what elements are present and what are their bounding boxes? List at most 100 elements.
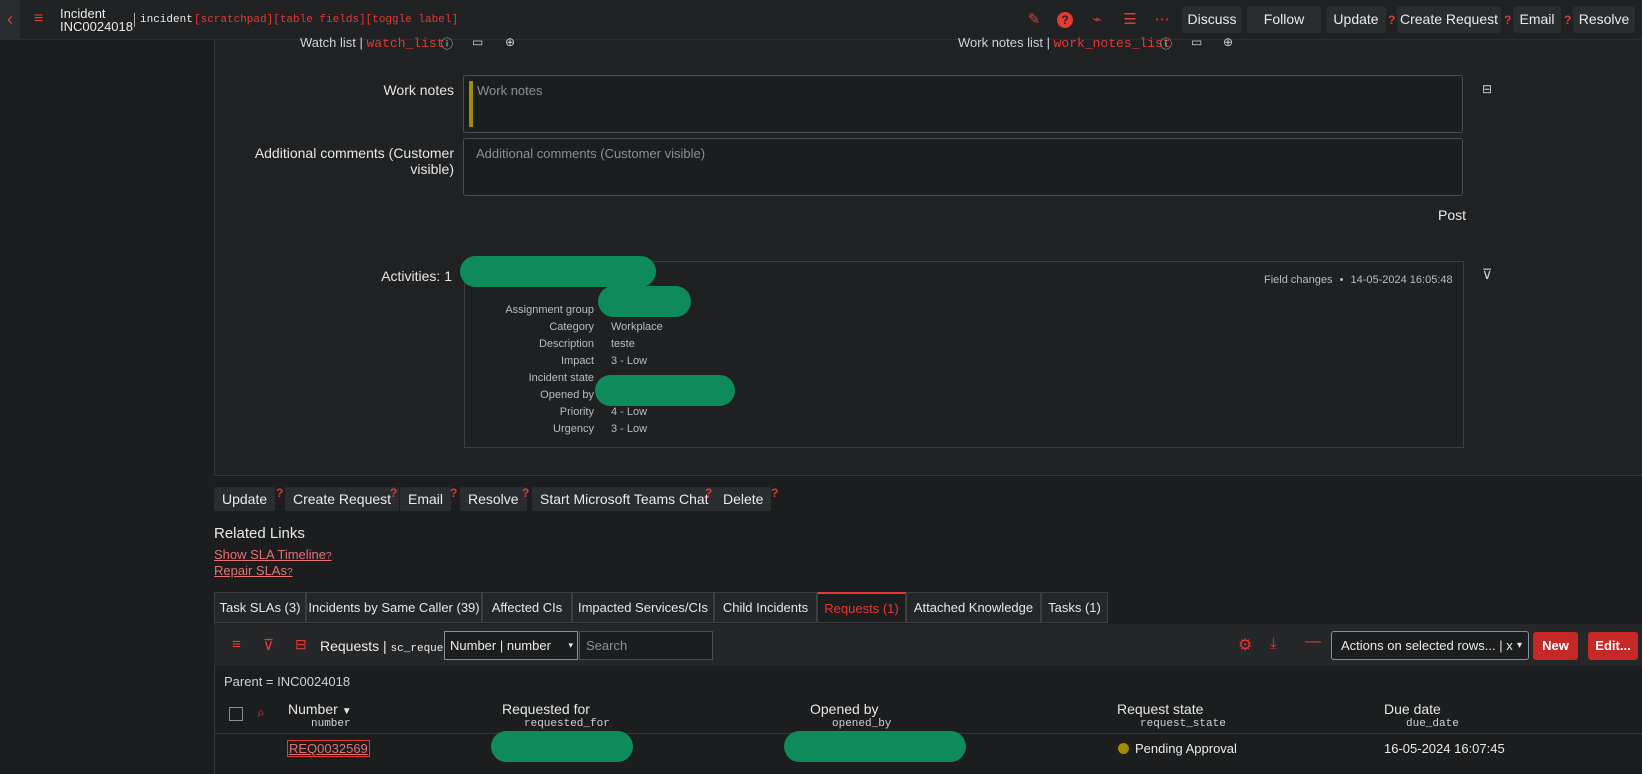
redacted-requested-for (491, 731, 633, 762)
edit-button[interactable]: Edit... (1588, 632, 1638, 660)
create-request-button[interactable]: Create Request (285, 487, 400, 511)
tab-affected-cis[interactable]: Affected CIs (482, 592, 572, 623)
actions-on-selected-select[interactable]: Actions on selected rows... | x ▾ (1331, 631, 1529, 660)
info-icon[interactable]: ⓘ (1160, 35, 1172, 52)
help-mark: ? (1388, 13, 1396, 27)
settings-sliders-icon[interactable]: ☰ (1121, 11, 1139, 29)
watch-list-label: Watch list | watch_list (300, 35, 445, 51)
request-state-value: Pending Approval (1135, 741, 1237, 756)
redacted-value (598, 286, 691, 317)
change-label: Opened by (540, 389, 594, 401)
add-me-icon[interactable]: ⊕ (1223, 35, 1233, 49)
column-field-opened-by: opened_by (832, 718, 892, 730)
redacted-opened-by (784, 731, 966, 762)
work-notes-indicator (469, 81, 473, 127)
lock-icon[interactable]: ▭ (1191, 35, 1202, 49)
debug-tags[interactable]: [scratchpad][table fields][toggle label] (194, 14, 458, 26)
change-value: 3 - Low (611, 423, 648, 435)
activity-pulse-icon[interactable]: ⌁ (1088, 11, 1106, 29)
teams-chat-button[interactable]: Start Microsoft Teams Chat (532, 487, 717, 511)
record-number: INC0024018 (60, 19, 133, 34)
help-circle-icon[interactable]: ? (1056, 11, 1074, 29)
work-notes-list-label: Work notes list | work_notes_list (958, 35, 1171, 51)
column-header-due-date[interactable]: Due date (1384, 701, 1441, 717)
header-separator (134, 13, 135, 27)
select-all-checkbox[interactable] (229, 707, 243, 721)
add-me-icon[interactable]: ⊕ (505, 35, 515, 49)
column-header-opened-by[interactable]: Opened by (810, 701, 879, 717)
search-field-select[interactable]: Number | number ▾ (444, 631, 578, 660)
activity-timestamp: 14-05-2024 16:05:48 (1350, 274, 1453, 286)
column-field-requested-for: requested_for (524, 718, 610, 730)
additional-comments-label: Additional comments (Customer visible) (254, 145, 454, 177)
show-sla-timeline-link[interactable]: Show SLA Timeline? (214, 547, 332, 562)
hamburger-menu-icon[interactable]: ≡ (34, 10, 43, 28)
tab-child-incidents[interactable]: Child Incidents (714, 592, 817, 623)
discuss-button[interactable]: Discuss (1182, 6, 1242, 33)
list-title: Requests | sc_request (320, 638, 457, 655)
list-menu-icon[interactable]: ≡ (232, 636, 241, 653)
more-options-icon[interactable]: ⋯ (1153, 11, 1171, 29)
repair-slas-link[interactable]: Repair SLAs? (214, 563, 293, 578)
request-number-link[interactable]: REQ0032569 (287, 740, 370, 757)
list-filter-icon[interactable]: ⊽ (263, 636, 274, 654)
column-field-due-date: due_date (1406, 718, 1459, 730)
help-mark: ? (522, 486, 530, 500)
post-button[interactable]: Post (1420, 207, 1466, 223)
info-icon[interactable]: ⓘ (441, 35, 453, 52)
tab-attached-knowledge[interactable]: Attached Knowledge (906, 592, 1041, 623)
email-button[interactable]: Email (400, 487, 452, 511)
new-button[interactable]: New (1533, 632, 1578, 660)
redacted-user-name (460, 256, 656, 287)
work-notes-label: Work notes (383, 82, 454, 98)
tab-tasks[interactable]: Tasks (1) (1041, 592, 1108, 623)
resolve-button[interactable]: Resolve (460, 487, 527, 511)
tab-requests[interactable]: Requests (1) (817, 592, 906, 623)
redacted-value (595, 375, 735, 406)
request-state-dot (1118, 743, 1129, 754)
help-mark: ? (450, 486, 458, 500)
lock-icon[interactable]: ▭ (472, 35, 483, 49)
update-button[interactable]: Update (214, 487, 276, 511)
sort-desc-icon: ▼ (341, 706, 352, 717)
comment-toggle-icon[interactable]: ⊟ (1482, 82, 1492, 96)
help-mark: ? (1504, 13, 1512, 27)
change-label: Impact (560, 355, 594, 367)
list-settings-gear-icon[interactable]: ⚙ (1238, 635, 1252, 655)
help-mark: ? (705, 486, 713, 500)
related-links-title: Related Links (214, 525, 305, 542)
list-breadcrumb[interactable]: Parent = INC0024018 (224, 674, 350, 689)
tab-task-slas[interactable]: Task SLAs (3) (214, 592, 306, 623)
list-download-icon[interactable]: ⤓ (1270, 635, 1277, 652)
update-button-header[interactable]: Update (1326, 6, 1386, 33)
column-header-number[interactable]: Number ▼ (288, 701, 352, 717)
change-label: Description (538, 338, 594, 350)
additional-comments-textarea[interactable]: Additional comments (Customer visible) (463, 138, 1463, 196)
chevron-down-icon: ▾ (568, 640, 573, 650)
email-button-header[interactable]: Email (1513, 6, 1561, 33)
change-label: Urgency (553, 423, 594, 435)
create-request-button-header[interactable]: Create Request (1397, 6, 1501, 33)
paperclip-icon[interactable]: ✎ (1025, 11, 1043, 29)
column-search-icon[interactable]: ⌕ (257, 704, 265, 721)
list-collapse-icon[interactable]: — (1305, 633, 1321, 651)
change-value: 3 - Low (611, 355, 648, 367)
follow-button[interactable]: Follow (1247, 6, 1321, 33)
list-search-toggle-icon[interactable]: ⊟ (295, 636, 307, 653)
change-value: Workplace (611, 321, 663, 333)
search-input[interactable]: Search (579, 631, 713, 660)
column-header-request-state[interactable]: Request state (1117, 701, 1203, 717)
help-mark: ? (771, 486, 779, 500)
back-icon[interactable]: ‹ (0, 0, 20, 40)
change-value: teste (611, 338, 635, 350)
due-date-value: 16-05-2024 16:07:45 (1384, 741, 1505, 756)
tab-impacted-services[interactable]: Impacted Services/CIs (572, 592, 714, 623)
help-mark: ? (390, 486, 398, 500)
activities-label: Activities: 1 (381, 268, 452, 284)
resolve-button-header[interactable]: Resolve (1573, 6, 1635, 33)
work-notes-textarea[interactable]: Work notes (463, 75, 1463, 133)
delete-button[interactable]: Delete (715, 487, 772, 511)
filter-icon[interactable]: ⊽ (1482, 266, 1492, 283)
column-header-requested-for[interactable]: Requested for (502, 701, 590, 717)
tab-incidents-by-same-caller[interactable]: Incidents by Same Caller (39) (306, 592, 482, 623)
